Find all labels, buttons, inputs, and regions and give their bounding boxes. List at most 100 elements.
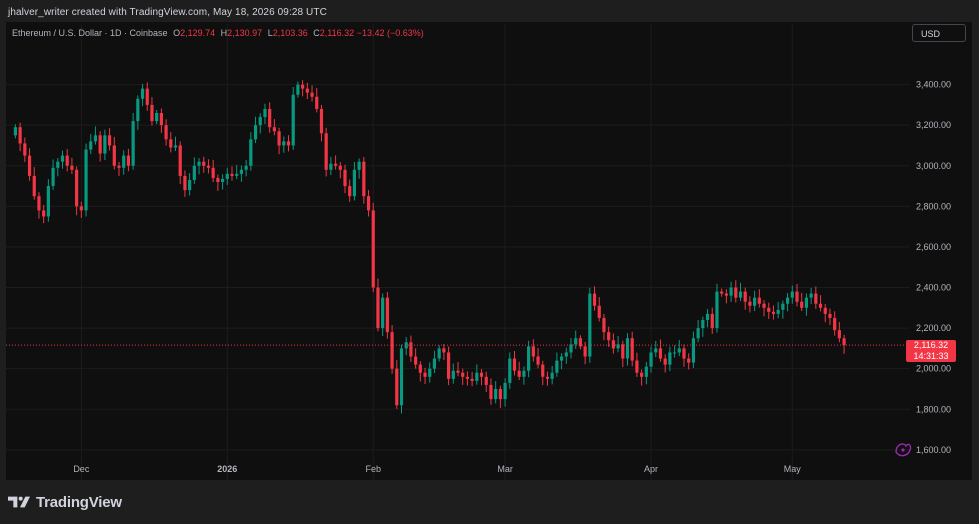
candle-body: [672, 352, 677, 354]
candle-body: [192, 165, 196, 180]
candle-body: [475, 372, 479, 381]
candle-body: [268, 108, 272, 128]
candle-body: [173, 145, 178, 148]
candle-body: [291, 94, 295, 146]
candle-body: [555, 360, 559, 373]
candle-body: [682, 348, 686, 359]
candle-body: [211, 167, 215, 178]
candle-body: [668, 352, 672, 365]
candle-body: [385, 297, 389, 333]
candle-body: [503, 382, 507, 400]
candle-body: [762, 303, 766, 308]
candle-body: [282, 141, 286, 146]
candle-body: [790, 291, 794, 298]
candle-body: [235, 173, 239, 176]
candle-body: [381, 297, 385, 329]
candle-body: [545, 376, 550, 379]
candle-body: [743, 291, 747, 302]
candle-body: [310, 92, 314, 97]
candlestick-chart[interactable]: 3,400.00 3,200.00 3,000.00 2,800.00 2,600.00…: [0, 0, 979, 480]
candle-body: [828, 313, 832, 318]
candle-body: [837, 330, 841, 339]
candle-body: [776, 309, 780, 314]
candle-body: [122, 155, 126, 168]
candle-body: [249, 139, 253, 166]
candle-body: [272, 127, 276, 132]
open-value: 2,129.74: [180, 28, 216, 38]
candle-body: [451, 370, 455, 379]
candle-body: [263, 108, 267, 118]
candle-body: [512, 358, 517, 371]
candle-body: [37, 196, 41, 211]
candle-body: [611, 340, 615, 349]
candle-body: [748, 301, 752, 306]
candle-body: [319, 108, 324, 134]
candle-body: [277, 131, 281, 146]
candle-body: [27, 155, 32, 176]
countdown-timer: 14:31:33: [913, 351, 949, 361]
candle-body: [517, 370, 521, 377]
candle-body: [767, 307, 771, 312]
candle-body: [701, 319, 705, 329]
candle-body: [621, 344, 625, 359]
candle-body: [800, 301, 804, 308]
candle-body: [696, 328, 700, 339]
x-tick-label: 2026: [217, 464, 237, 474]
candle-body: [366, 196, 371, 211]
symbol-name: Ethereum / U.S. Dollar · 1D · Coinbase: [12, 28, 168, 38]
candle-body: [592, 293, 597, 306]
candle-body: [705, 313, 710, 320]
candle-body: [18, 127, 22, 144]
candle-body: [833, 317, 837, 331]
candle-body: [131, 121, 135, 166]
candle-body: [753, 297, 757, 306]
candle-body: [348, 186, 352, 197]
x-tick-label: Dec: [73, 464, 90, 474]
last-price-tag: 2,116.32 14:31:33: [906, 340, 956, 362]
candle-body: [75, 169, 79, 207]
candle-body: [164, 125, 168, 140]
candle-body: [531, 346, 535, 357]
y-tick-label: 3,400.00: [916, 80, 951, 90]
candle-body: [691, 338, 696, 363]
candle-body: [98, 135, 102, 154]
currency-button[interactable]: USD: [912, 24, 966, 42]
candle-body: [461, 372, 465, 377]
candle-body: [399, 348, 404, 406]
change-value: −13.42 (−0.63%): [356, 28, 424, 38]
candle-body: [757, 297, 761, 304]
candle-body: [418, 364, 422, 373]
candle-body: [428, 368, 432, 377]
x-tick-label: Mar: [497, 464, 513, 474]
candle-body: [738, 291, 743, 298]
candle-body: [216, 177, 220, 182]
y-tick-label: 3,000.00: [916, 161, 951, 171]
candle-body: [522, 370, 526, 377]
candle-body: [804, 297, 809, 308]
candle-body: [89, 141, 93, 150]
candle-body: [625, 338, 630, 359]
tradingview-brand[interactable]: TradingView: [8, 492, 122, 512]
candle-body: [574, 338, 578, 345]
candle-body: [479, 372, 484, 377]
candle-body: [136, 98, 140, 122]
candle-body: [117, 165, 121, 168]
candle-body: [329, 163, 333, 170]
candle-body: [65, 155, 69, 166]
candle-body: [225, 173, 229, 179]
candle-body: [357, 161, 361, 170]
candle-body: [140, 88, 145, 99]
candle-body: [781, 303, 785, 310]
candle-body: [734, 287, 738, 298]
candle-body: [640, 372, 644, 377]
candle-body: [654, 348, 658, 353]
candle-body: [51, 167, 55, 187]
candle-body: [724, 293, 728, 296]
candle-body: [159, 112, 163, 126]
candle-body: [644, 366, 648, 377]
candle-body: [301, 84, 305, 89]
candle-body: [470, 378, 474, 381]
candle-body: [202, 161, 206, 166]
candle-body: [376, 287, 380, 329]
candle-body: [550, 372, 554, 379]
